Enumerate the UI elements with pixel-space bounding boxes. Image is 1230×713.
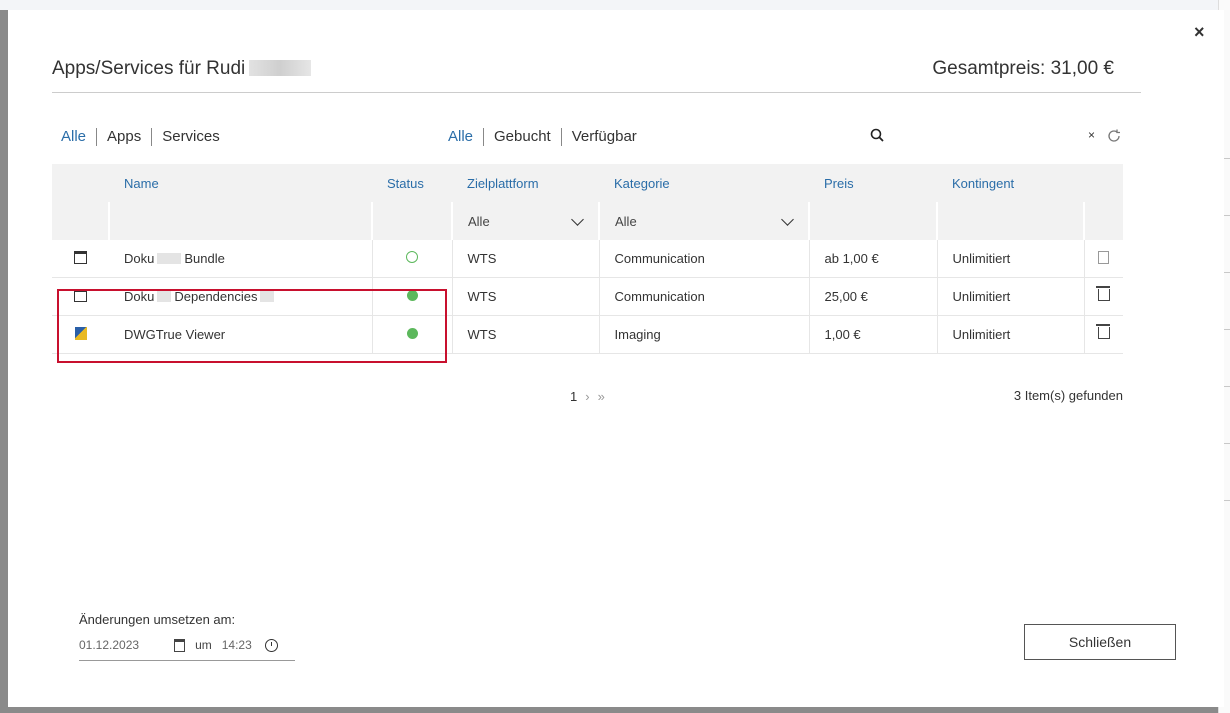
row-quota: Unlimitiert bbox=[936, 240, 1084, 278]
status-inactive-icon bbox=[406, 251, 418, 263]
table-row[interactable]: DWGTrue Viewer WTS Imaging 1,00 € Unlimi… bbox=[52, 315, 1123, 354]
col-status[interactable]: Status bbox=[372, 164, 452, 202]
services-dialog: × Apps/Services für Rudi Gesamtpreis: 31… bbox=[8, 10, 1224, 707]
row-quota: Unlimitiert bbox=[936, 277, 1084, 316]
search-icon[interactable] bbox=[870, 128, 884, 142]
filter-apps[interactable]: Apps bbox=[96, 128, 151, 146]
trash-icon[interactable] bbox=[1095, 286, 1110, 301]
services-table: Name Status Zielplattform Kategorie Prei… bbox=[52, 164, 1123, 354]
filter-all-types[interactable]: Alle bbox=[61, 128, 96, 146]
filter-available[interactable]: Verfügbar bbox=[560, 128, 647, 146]
title-divider bbox=[52, 92, 1141, 93]
row-name: Doku Dependencies bbox=[109, 277, 372, 316]
row-price: 25,00 € bbox=[808, 277, 937, 316]
row-category: Communication bbox=[598, 277, 809, 316]
col-quota[interactable]: Kontingent bbox=[937, 164, 1084, 202]
apply-label: Änderungen umsetzen am: bbox=[79, 612, 236, 627]
platform-filter-dropdown[interactable]: Alle bbox=[451, 202, 599, 240]
row-price: 1,00 € bbox=[808, 315, 937, 354]
category-filter-dropdown[interactable]: Alle bbox=[598, 202, 809, 240]
redacted-name bbox=[249, 60, 312, 76]
close-icon[interactable]: × bbox=[1194, 22, 1205, 43]
dialog-title: Apps/Services für Rudi bbox=[52, 58, 312, 80]
col-name[interactable]: Name bbox=[109, 164, 372, 202]
table-row[interactable]: Doku Dependencies WTS Communication 25,00… bbox=[52, 277, 1123, 316]
chevron-down-icon bbox=[571, 212, 584, 226]
col-icon bbox=[52, 164, 109, 202]
apply-time[interactable]: 14:23 bbox=[222, 638, 252, 652]
row-name: Doku Bundle bbox=[109, 240, 372, 278]
row-category: Communication bbox=[598, 240, 809, 278]
page-current[interactable]: 1 bbox=[570, 389, 577, 404]
table-header-row: Name Status Zielplattform Kategorie Prei… bbox=[52, 164, 1123, 202]
refresh-icon[interactable] bbox=[1106, 128, 1122, 144]
filter-row: Alle Alle bbox=[52, 202, 1123, 240]
col-platform[interactable]: Zielplattform bbox=[452, 164, 599, 202]
page-last-icon[interactable]: » bbox=[598, 389, 605, 404]
col-action bbox=[1084, 164, 1123, 202]
result-count: 3 Item(s) gefunden bbox=[1013, 388, 1123, 403]
filter-booked[interactable]: Gebucht bbox=[483, 128, 561, 146]
status-active-icon bbox=[406, 290, 418, 301]
clock-icon[interactable] bbox=[264, 638, 278, 652]
chevron-down-icon bbox=[781, 212, 794, 226]
clear-search-icon[interactable]: × bbox=[1088, 128, 1095, 142]
document-icon[interactable] bbox=[1098, 250, 1110, 264]
close-button[interactable]: Schließen bbox=[1024, 624, 1176, 660]
booking-filter: Alle Gebucht Verfügbar bbox=[448, 128, 647, 146]
window-icon bbox=[74, 288, 87, 302]
row-quota: Unlimitiert bbox=[936, 315, 1084, 354]
type-filter: Alle Apps Services bbox=[61, 128, 230, 146]
row-category: Imaging bbox=[598, 315, 809, 354]
table-row[interactable]: Doku Bundle WTS Communication ab 1,00 € U… bbox=[52, 240, 1123, 278]
row-name: DWGTrue Viewer bbox=[109, 315, 372, 354]
filter-all-bookings[interactable]: Alle bbox=[448, 128, 483, 146]
pagination: 1 › » bbox=[570, 389, 605, 404]
row-platform: WTS bbox=[451, 240, 599, 278]
name-filter-cell[interactable] bbox=[108, 202, 372, 240]
col-category[interactable]: Kategorie bbox=[599, 164, 809, 202]
total-price: Gesamtpreis: 31,00 € bbox=[932, 58, 1114, 79]
filter-services[interactable]: Services bbox=[151, 128, 230, 146]
dwgtrue-icon bbox=[74, 326, 87, 340]
status-active-icon bbox=[406, 328, 418, 339]
window-icon bbox=[74, 250, 87, 264]
status-filter-cell bbox=[371, 202, 452, 240]
col-price[interactable]: Preis bbox=[809, 164, 937, 202]
apply-date[interactable]: 01.12.2023 bbox=[79, 638, 139, 652]
trash-icon[interactable] bbox=[1095, 324, 1110, 339]
page-next-icon[interactable]: › bbox=[585, 389, 589, 404]
background-page-strip bbox=[0, 0, 1230, 10]
row-platform: WTS bbox=[451, 277, 599, 316]
row-price: ab 1,00 € bbox=[808, 240, 937, 278]
row-platform: WTS bbox=[451, 315, 599, 354]
apply-at-label: um bbox=[195, 638, 212, 652]
apply-datetime-field[interactable]: 01.12.2023 um 14:23 bbox=[79, 630, 295, 661]
calendar-icon[interactable] bbox=[174, 638, 186, 652]
